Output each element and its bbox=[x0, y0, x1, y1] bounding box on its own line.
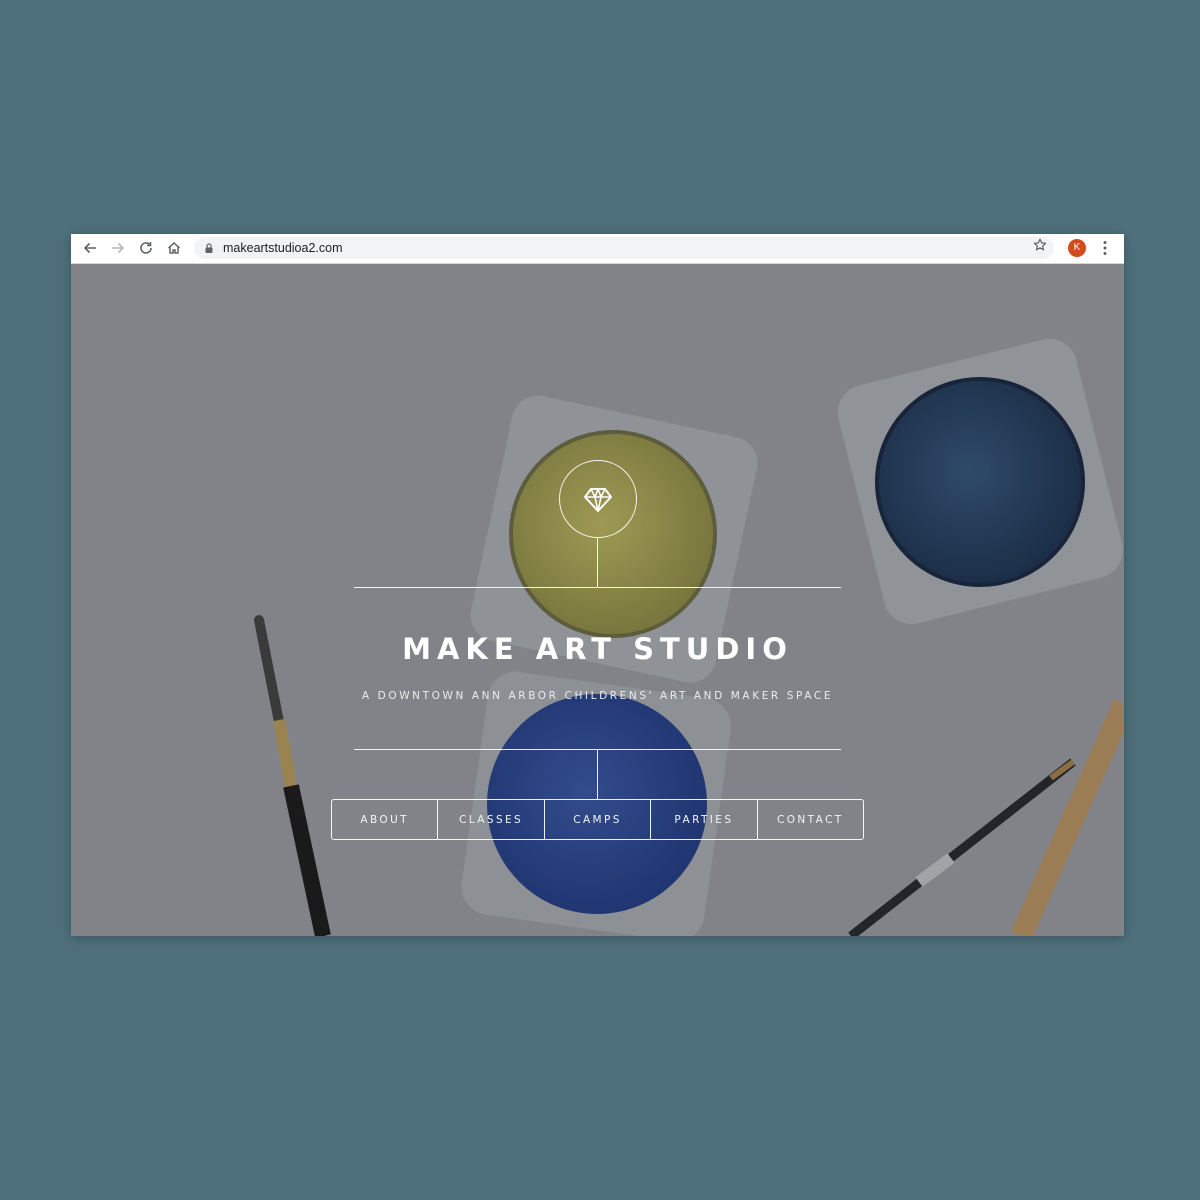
emblem-connector-line bbox=[597, 537, 598, 587]
nav-item-camps[interactable]: CAMPS bbox=[543, 800, 650, 839]
profile-avatar[interactable]: K bbox=[1068, 239, 1086, 257]
main-navigation: ABOUT CLASSES CAMPS PARTIES CONTACT bbox=[331, 799, 864, 840]
logo-emblem bbox=[559, 460, 637, 538]
site-tagline: A DOWNTOWN ANN ARBOR CHILDRENS' ART AND … bbox=[361, 690, 834, 702]
home-icon[interactable] bbox=[163, 237, 185, 259]
browser-toolbar: makeartstudioa2.com K bbox=[71, 234, 1124, 264]
reload-icon[interactable] bbox=[135, 237, 157, 259]
nav-connector-line bbox=[597, 749, 598, 799]
page-viewport: MAKE ART STUDIO A DOWNTOWN ANN ARBOR CHI… bbox=[71, 264, 1124, 936]
lock-icon bbox=[205, 243, 213, 253]
nav-item-contact[interactable]: CONTACT bbox=[756, 800, 863, 839]
nav-item-parties[interactable]: PARTIES bbox=[650, 800, 756, 839]
browser-window: makeartstudioa2.com K MAKE ART STUDIO A … bbox=[71, 234, 1124, 936]
kebab-menu-icon[interactable] bbox=[1099, 239, 1111, 257]
top-divider-line bbox=[354, 587, 841, 588]
forward-arrow-icon[interactable] bbox=[107, 237, 129, 259]
diamond-icon bbox=[584, 488, 612, 512]
star-icon[interactable] bbox=[1033, 238, 1047, 252]
site-title: MAKE ART STUDIO bbox=[402, 632, 793, 666]
address-bar[interactable]: makeartstudioa2.com bbox=[194, 237, 1054, 259]
nav-item-about[interactable]: ABOUT bbox=[332, 800, 437, 839]
url-text[interactable]: makeartstudioa2.com bbox=[223, 241, 343, 255]
nav-item-classes[interactable]: CLASSES bbox=[437, 800, 543, 839]
back-arrow-icon[interactable] bbox=[79, 237, 101, 259]
